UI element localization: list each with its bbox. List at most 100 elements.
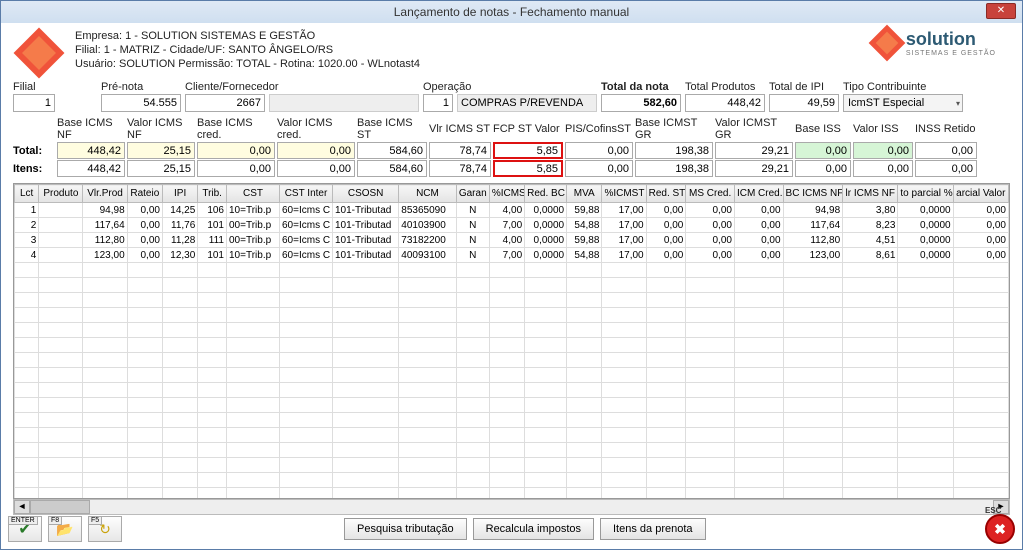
f5-label: F5 [88,516,102,525]
total-valor-icms-nf[interactable]: 25,15 [127,142,195,159]
itens-base-icmst-gr: 198,38 [635,160,713,177]
total-valor-icms-cred[interactable]: 0,00 [277,142,355,159]
col-11[interactable]: %ICMS [489,185,524,203]
scroll-left-arrow-icon[interactable]: ◄ [14,500,30,514]
table-row[interactable] [15,443,1009,458]
table-row[interactable] [15,398,1009,413]
col-19[interactable]: lr ICMS NF [843,185,898,203]
total-fcp-st[interactable]: 5,85 [493,142,563,159]
cancel-x-icon: ✖ [994,521,1006,538]
table-row[interactable]: 4123,000,0012,3010110=Trib.p60=Icms C101… [15,248,1009,263]
col-2[interactable]: Vlr.Prod [83,185,127,203]
col-6[interactable]: CST [227,185,280,203]
col-3[interactable]: Rateio [127,185,162,203]
table-row[interactable]: 194,980,0014,2510610=Trib.p60=Icms C101-… [15,203,1009,218]
total-base-icms-nf[interactable]: 448,42 [57,142,125,159]
header-info: Empresa: 1 - SOLUTION SISTEMAS E GESTÃO … [75,29,420,71]
total-base-icms-st[interactable]: 584,60 [357,142,427,159]
table-row[interactable] [15,353,1009,368]
table-row[interactable] [15,383,1009,398]
table-row[interactable] [15,308,1009,323]
esc-button[interactable]: ESC ✖ [985,514,1015,544]
total-base-icms-cred[interactable]: 0,00 [197,142,275,159]
table-row[interactable] [15,323,1009,338]
brand-sub: SISTEMAS E GESTÃO [906,50,996,57]
table-row[interactable] [15,458,1009,473]
table-row[interactable] [15,278,1009,293]
col-13[interactable]: MVA [567,185,602,203]
horizontal-scrollbar[interactable]: ◄ ► [13,499,1010,515]
itens-prenota-button[interactable]: Itens da prenota [600,518,706,540]
itens-base-iss: 0,00 [795,160,851,177]
total-valor-iss[interactable]: 0,00 [853,142,913,159]
col-4[interactable]: IPI [162,185,197,203]
app-logo-icon [14,28,65,79]
col-12[interactable]: Red. BC [525,185,567,203]
header-filial: Filial: 1 - MATRIZ - Cidade/UF: SANTO ÂN… [75,43,420,57]
lbl-valor-icmst-gr: Valor ICMST GR [715,117,793,141]
col-1[interactable]: Produto [39,185,83,203]
col-8[interactable]: CSOSN [333,185,399,203]
table-row[interactable] [15,263,1009,278]
itens-piscofins: 0,00 [565,160,633,177]
prenota-input[interactable] [101,94,181,112]
close-button[interactable]: ✕ [986,3,1016,19]
lbl-inss: INSS Retido [915,123,977,135]
col-9[interactable]: NCM [399,185,456,203]
col-21[interactable]: arcial Valor [953,185,1008,203]
table-row[interactable] [15,473,1009,488]
table-row[interactable]: 2117,640,0011,7610100=Trib.p60=Icms C101… [15,218,1009,233]
col-18[interactable]: BC ICMS NF [783,185,843,203]
enter-label: ENTER [8,516,38,525]
total-base-iss[interactable]: 0,00 [795,142,851,159]
filial-input[interactable] [13,94,55,112]
table-row[interactable] [15,428,1009,443]
clifor-desc [269,94,419,112]
pesquisa-tributacao-button[interactable]: Pesquisa tributação [344,518,467,540]
label-clifor: Cliente/Fornecedor [185,81,265,93]
table-row[interactable] [15,413,1009,428]
brand-logo: solution SISTEMAS E GESTÃO [874,29,1010,57]
lbl-base-iss: Base ISS [795,123,851,135]
clifor-input[interactable] [185,94,265,112]
scrollbar-thumb[interactable] [30,500,90,514]
enter-button[interactable]: ENTER ✔ [8,516,42,542]
tipocontrib-select[interactable]: IcmST Especial ▾ [843,94,963,112]
table-row[interactable]: 3112,800,0011,2811100=Trib.p60=Icms C101… [15,233,1009,248]
window-title: Lançamento de notas - Fechamento manual [394,5,629,19]
totalprod-input[interactable] [685,94,765,112]
col-20[interactable]: to parcial % [898,185,953,203]
total-piscofins[interactable]: 0,00 [565,142,633,159]
lbl-valor-icms-cred: Valor ICMS cred. [277,117,355,141]
col-5[interactable]: Trib. [198,185,227,203]
totalipi-input[interactable] [769,94,839,112]
f8-button[interactable]: F8 📂 [48,516,82,542]
titlebar[interactable]: Lançamento de notas - Fechamento manual … [1,1,1022,23]
col-14[interactable]: %ICMST [602,185,646,203]
col-7[interactable]: CST Inter [280,185,333,203]
itens-vlr-icms-st: 78,74 [429,160,491,177]
operacao-input[interactable] [423,94,453,112]
total-inss[interactable]: 0,00 [915,142,977,159]
totalnota-input[interactable] [601,94,681,112]
esc-label: ESC [985,506,1001,515]
total-vlr-icms-st[interactable]: 78,74 [429,142,491,159]
total-base-icmst-gr[interactable]: 198,38 [635,142,713,159]
recalcula-impostos-button[interactable]: Recalcula impostos [473,518,594,540]
table-row[interactable] [15,338,1009,353]
col-16[interactable]: MS Cred. [686,185,735,203]
col-15[interactable]: Red. ST [646,185,686,203]
chevron-down-icon: ▾ [956,99,960,108]
operacao-desc: COMPRAS P/REVENDA [457,94,597,112]
col-0[interactable]: Lct [15,185,39,203]
f5-button[interactable]: F5 ↻ [88,516,122,542]
col-17[interactable]: ICM Cred. [734,185,783,203]
itens-fcp-st: 5,85 [493,160,563,177]
items-grid[interactable]: LctProdutoVlr.ProdRateioIPITrib.CSTCST I… [13,183,1010,499]
table-row[interactable] [15,293,1009,308]
table-row[interactable] [15,368,1009,383]
total-valor-icmst-gr[interactable]: 29,21 [715,142,793,159]
col-10[interactable]: Garan [456,185,489,203]
table-row[interactable] [15,488,1009,500]
lbl-base-icms-cred: Base ICMS cred. [197,117,275,141]
